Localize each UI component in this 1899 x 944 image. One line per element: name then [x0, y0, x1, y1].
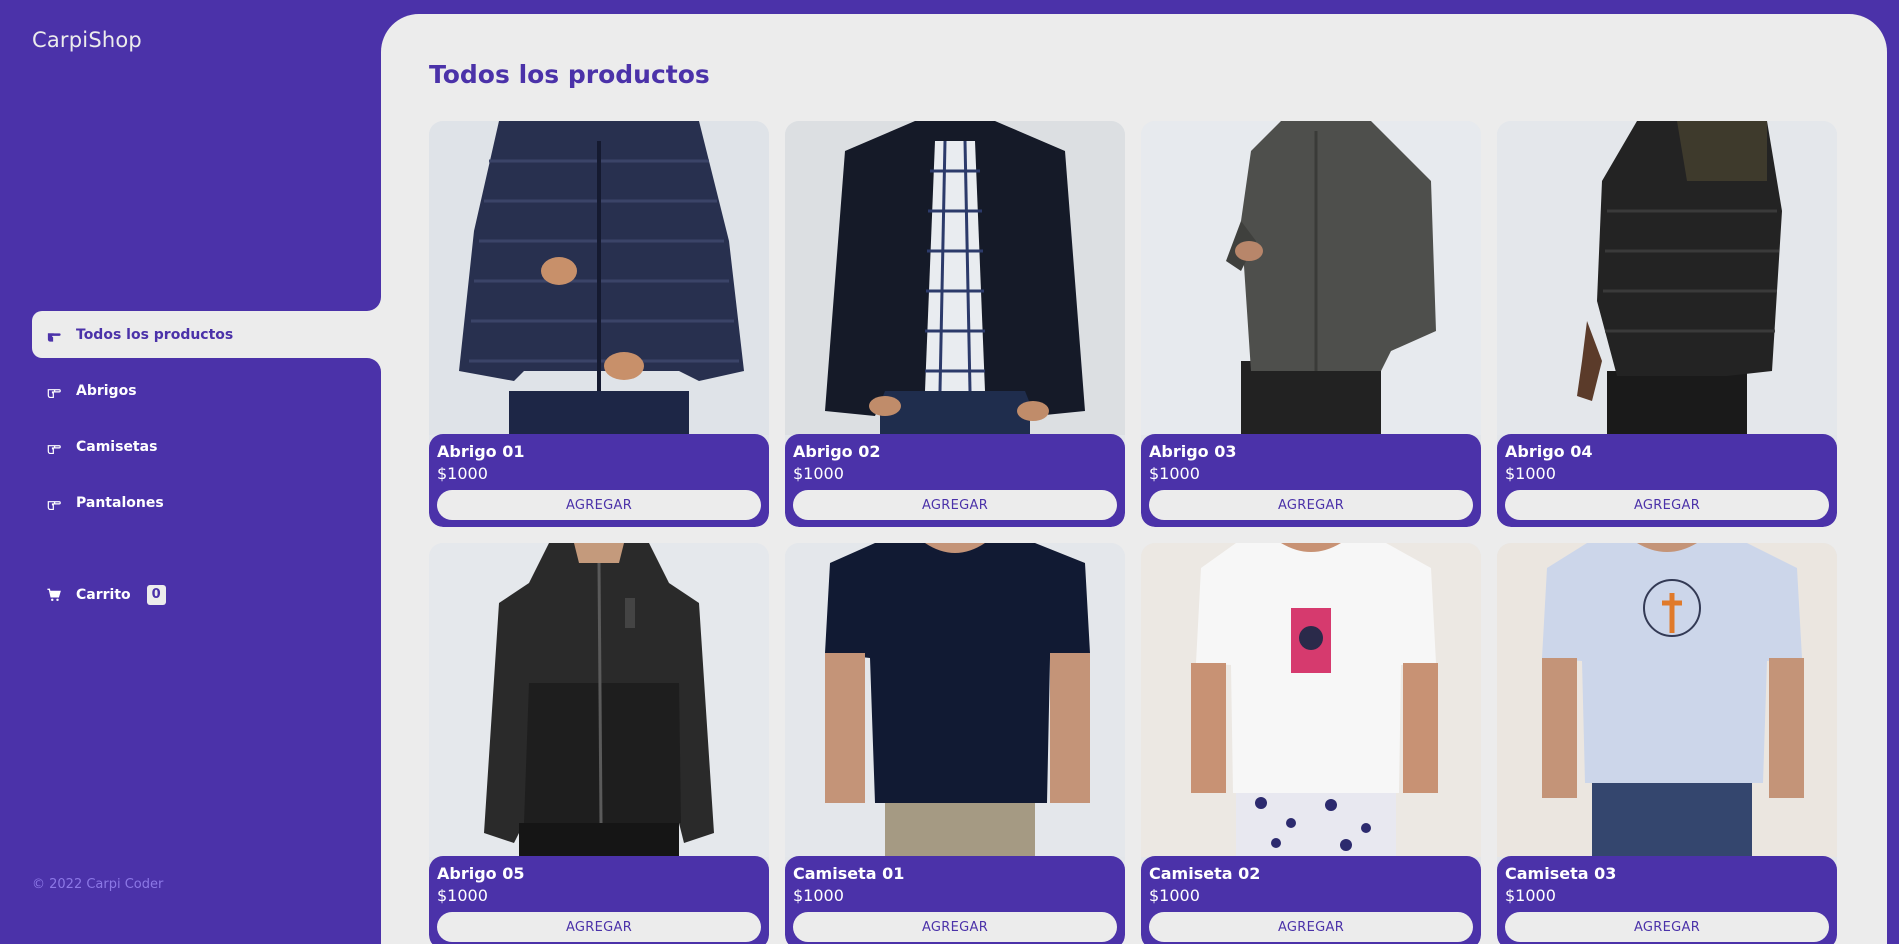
nav-item-label: Todos los productos — [76, 326, 234, 343]
nav-item-label: Abrigos — [76, 382, 137, 399]
product-price: $1000 — [1505, 886, 1556, 905]
product-price: $1000 — [1505, 464, 1556, 483]
product-card: Abrigo 01 $1000 AGREGAR — [429, 121, 769, 527]
add-to-cart-button[interactable]: AGREGAR — [1505, 490, 1829, 520]
product-card: Camiseta 01 $1000 AGREGAR — [785, 543, 1125, 944]
product-card: Abrigo 04 $1000 AGREGAR — [1497, 121, 1837, 527]
page-title: Todos los productos — [429, 60, 710, 89]
product-name: Abrigo 02 — [793, 442, 881, 461]
cart-icon — [46, 587, 62, 603]
cart-label: Carrito — [76, 586, 131, 603]
add-to-cart-button[interactable]: AGREGAR — [437, 912, 761, 942]
hand-pointing-icon — [46, 439, 62, 455]
product-card: Abrigo 03 $1000 AGREGAR — [1141, 121, 1481, 527]
category-nav: Todos los productos Abrigos Camisetas Pa… — [32, 311, 381, 535]
product-image-abrigo-03[interactable] — [1141, 121, 1481, 435]
product-card: Camiseta 02 $1000 AGREGAR — [1141, 543, 1481, 944]
product-image-camiseta-03[interactable] — [1497, 543, 1837, 857]
product-name: Abrigo 03 — [1149, 442, 1237, 461]
hand-pointing-icon — [46, 327, 62, 343]
sidebar: CarpiShop Todos los productos Abrigos Ca… — [0, 0, 381, 923]
product-price: $1000 — [793, 886, 844, 905]
nav-item-camisetas[interactable]: Camisetas — [32, 423, 381, 470]
add-to-cart-button[interactable]: AGREGAR — [1149, 490, 1473, 520]
add-to-cart-button[interactable]: AGREGAR — [1149, 912, 1473, 942]
product-image-abrigo-05[interactable] — [429, 543, 769, 857]
product-info: Abrigo 05 $1000 AGREGAR — [429, 856, 769, 944]
hand-pointing-icon — [46, 383, 62, 399]
product-grid: Abrigo 01 $1000 AGREGAR Abrigo 02 $1000 … — [429, 121, 1841, 944]
product-info: Abrigo 03 $1000 AGREGAR — [1141, 434, 1481, 527]
footer-copyright: © 2022 Carpi Coder — [32, 877, 164, 892]
product-price: $1000 — [1149, 464, 1200, 483]
nav-item-label: Camisetas — [76, 438, 158, 455]
product-info: Camiseta 01 $1000 AGREGAR — [785, 856, 1125, 944]
product-card: Abrigo 05 $1000 AGREGAR — [429, 543, 769, 944]
hand-pointing-icon — [46, 495, 62, 511]
cart-link[interactable]: Carrito 0 — [32, 571, 166, 618]
nav-item-pantalones[interactable]: Pantalones — [32, 479, 381, 526]
product-image-abrigo-04[interactable] — [1497, 121, 1837, 435]
product-name: Abrigo 05 — [437, 864, 525, 883]
product-image-abrigo-02[interactable] — [785, 121, 1125, 435]
product-price: $1000 — [1149, 886, 1200, 905]
nav-item-label: Pantalones — [76, 494, 164, 511]
product-image-abrigo-01[interactable] — [429, 121, 769, 435]
add-to-cart-button[interactable]: AGREGAR — [1505, 912, 1829, 942]
product-card: Camiseta 03 $1000 AGREGAR — [1497, 543, 1837, 944]
product-card: Abrigo 02 $1000 AGREGAR — [785, 121, 1125, 527]
product-info: Camiseta 02 $1000 AGREGAR — [1141, 856, 1481, 944]
add-to-cart-button[interactable]: AGREGAR — [793, 912, 1117, 942]
cart-count-badge: 0 — [146, 584, 166, 605]
main-content: Todos los productos Abrigo 01 $1000 AGRE… — [381, 14, 1887, 944]
brand-logo[interactable]: CarpiShop — [32, 28, 142, 52]
product-image-camiseta-01[interactable] — [785, 543, 1125, 857]
add-to-cart-button[interactable]: AGREGAR — [437, 490, 761, 520]
product-name: Camiseta 01 — [793, 864, 905, 883]
nav-item-todos[interactable]: Todos los productos — [32, 311, 381, 358]
product-info: Abrigo 04 $1000 AGREGAR — [1497, 434, 1837, 527]
nav-item-abrigos[interactable]: Abrigos — [32, 367, 381, 414]
product-info: Abrigo 02 $1000 AGREGAR — [785, 434, 1125, 527]
product-info: Abrigo 01 $1000 AGREGAR — [429, 434, 769, 527]
product-price: $1000 — [793, 464, 844, 483]
product-image-camiseta-02[interactable] — [1141, 543, 1481, 857]
product-name: Camiseta 02 — [1149, 864, 1261, 883]
product-price: $1000 — [437, 464, 488, 483]
product-info: Camiseta 03 $1000 AGREGAR — [1497, 856, 1837, 944]
product-name: Abrigo 04 — [1505, 442, 1593, 461]
product-name: Camiseta 03 — [1505, 864, 1617, 883]
product-name: Abrigo 01 — [437, 442, 525, 461]
product-price: $1000 — [437, 886, 488, 905]
add-to-cart-button[interactable]: AGREGAR — [793, 490, 1117, 520]
